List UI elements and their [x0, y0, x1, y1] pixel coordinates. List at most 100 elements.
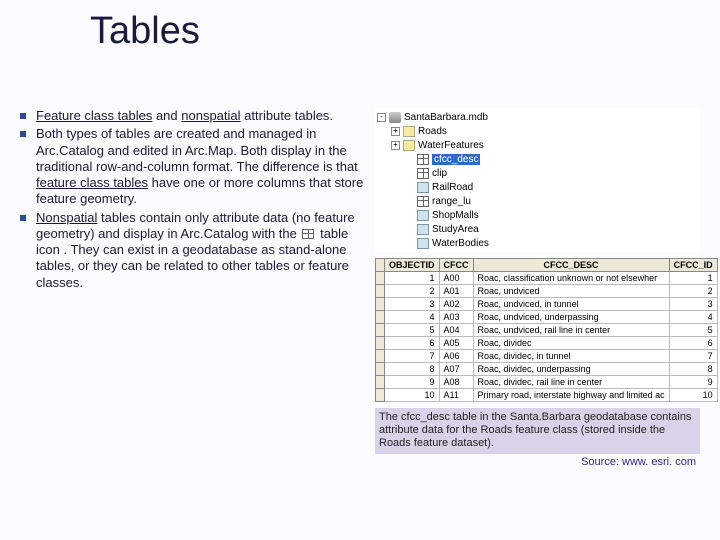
table-cell: Roac, undviced [473, 285, 669, 298]
row-header [376, 350, 385, 363]
table-row[interactable]: 2A01Roac, undviced2 [376, 285, 718, 298]
bullet-item: Both types of tables are created and man… [20, 126, 370, 207]
tree-item-label: SantaBarbara.mdb [404, 112, 488, 123]
table-cell: Roac, dividec, underpassing [473, 363, 669, 376]
table-cell: Roac, classification unknown or not else… [473, 272, 669, 285]
tree-item-label: cfcc_desc [432, 154, 480, 165]
tree-item-label: RailRoad [432, 182, 473, 193]
tree-expander-icon[interactable]: - [377, 113, 386, 122]
row-header [376, 324, 385, 337]
figure-caption: The cfcc_desc table in the Santa.Barbara… [375, 408, 700, 454]
fc-icon [417, 210, 429, 221]
tree-item-label: WaterFeatures [418, 140, 484, 151]
table-cell: 6 [669, 337, 717, 350]
table-cell: A06 [439, 350, 473, 363]
table-cell: A01 [439, 285, 473, 298]
table-cell: 5 [669, 324, 717, 337]
table-cell: A02 [439, 298, 473, 311]
tree-item[interactable]: ShopMalls [405, 208, 698, 222]
table-cell: 3 [669, 298, 717, 311]
table-row[interactable]: 8A07Roac, dividec, underpassing8 [376, 363, 718, 376]
tree-item-label: clip [432, 168, 447, 179]
table-icon [302, 229, 314, 239]
table-cell: Primary road, interstate highway and lim… [473, 389, 669, 402]
tree-item-label: Roads [418, 126, 447, 137]
table-cell: 9 [669, 376, 717, 389]
table-icon [417, 168, 429, 179]
table-cell: 2 [385, 285, 440, 298]
table-cell: A05 [439, 337, 473, 350]
row-header [376, 272, 385, 285]
source-credit: Source: www. esri. com [375, 456, 700, 468]
table-row[interactable]: 1A00Roac, classification unknown or not … [376, 272, 718, 285]
table-cell: Roac, undviced, in tunnel [473, 298, 669, 311]
table-cell: 4 [385, 311, 440, 324]
table-cell: Roac, dividec, rail line in center [473, 376, 669, 389]
table-cell: 8 [669, 363, 717, 376]
tree-item-label: WaterBodies [432, 238, 489, 249]
table-cell: Roac, undviced, underpassing [473, 311, 669, 324]
table-cell: A07 [439, 363, 473, 376]
table-cell: 7 [385, 350, 440, 363]
fc-icon [417, 224, 429, 235]
table-row[interactable]: 10A11Primary road, interstate highway an… [376, 389, 718, 402]
table-row[interactable]: 4A03Roac, undviced, underpassing4 [376, 311, 718, 324]
bullet-marker [20, 131, 26, 137]
bullet-item: Feature class tables and nonspatial attr… [20, 108, 370, 124]
ds-icon [403, 140, 415, 151]
row-header [376, 298, 385, 311]
table-cell: 9 [385, 376, 440, 389]
table-cell: 1 [385, 272, 440, 285]
table-cell: 1 [669, 272, 717, 285]
tree-expander-icon[interactable]: + [391, 141, 400, 150]
table-cell: 8 [385, 363, 440, 376]
bullet-text: Feature class tables and nonspatial attr… [36, 108, 370, 124]
tree-expander-icon[interactable]: + [391, 127, 400, 136]
row-header [376, 311, 385, 324]
bullet-text: Both types of tables are created and man… [36, 126, 370, 207]
table-cell: 2 [669, 285, 717, 298]
bullet-list: Feature class tables and nonspatial attr… [20, 108, 370, 291]
bullet-marker [20, 215, 26, 221]
table-row[interactable]: 9A08Roac, dividec, rail line in center9 [376, 376, 718, 389]
tree-item[interactable]: range_lu [405, 194, 698, 208]
tree-item[interactable]: RailRoad [405, 180, 698, 194]
column-header[interactable]: OBJECTID [385, 259, 440, 272]
table-cell: 10 [385, 389, 440, 402]
table-row[interactable]: 6A05Roac, dividec6 [376, 337, 718, 350]
row-header [376, 285, 385, 298]
tree-item[interactable]: + WaterFeatures [391, 138, 698, 152]
tree-item[interactable]: WaterBodies [405, 236, 698, 250]
table-cell: 3 [385, 298, 440, 311]
tree-item-label: StudyArea [432, 224, 479, 235]
tree-item-label: ShopMalls [432, 210, 479, 221]
column-header[interactable]: CFCC_DESC [473, 259, 669, 272]
attribute-table: OBJECTIDCFCCCFCC_DESCCFCC_ID1A00Roac, cl… [375, 258, 718, 402]
table-cell: A03 [439, 311, 473, 324]
row-header [376, 389, 385, 402]
table-cell: A08 [439, 376, 473, 389]
figure-column: - SantaBarbara.mdb + Roads + WaterFeatures cfc… [370, 108, 700, 468]
table-cell: 10 [669, 389, 717, 402]
table-row[interactable]: 5A04Roac, undviced, rail line in center5 [376, 324, 718, 337]
table-cell: 7 [669, 350, 717, 363]
fc-icon [417, 182, 429, 193]
tree-item[interactable]: - SantaBarbara.mdb [377, 110, 698, 124]
row-header-blank [376, 259, 385, 272]
mdb-icon [389, 112, 401, 123]
table-cell: 5 [385, 324, 440, 337]
row-header [376, 337, 385, 350]
tree-item[interactable]: + Roads [391, 124, 698, 138]
tree-item[interactable]: cfcc_desc [405, 152, 698, 166]
bullet-text: Nonspatial tables contain only attribute… [36, 210, 370, 291]
table-icon [417, 196, 429, 207]
tree-item[interactable]: clip [405, 166, 698, 180]
table-row[interactable]: 3A02Roac, undviced, in tunnel3 [376, 298, 718, 311]
tree-item[interactable]: StudyArea [405, 222, 698, 236]
table-cell: A04 [439, 324, 473, 337]
table-row[interactable]: 7A06Roac, dividec, in tunnel7 [376, 350, 718, 363]
table-icon [417, 154, 429, 165]
tree-item-label: range_lu [432, 196, 471, 207]
column-header[interactable]: CFCC [439, 259, 473, 272]
column-header[interactable]: CFCC_ID [669, 259, 717, 272]
